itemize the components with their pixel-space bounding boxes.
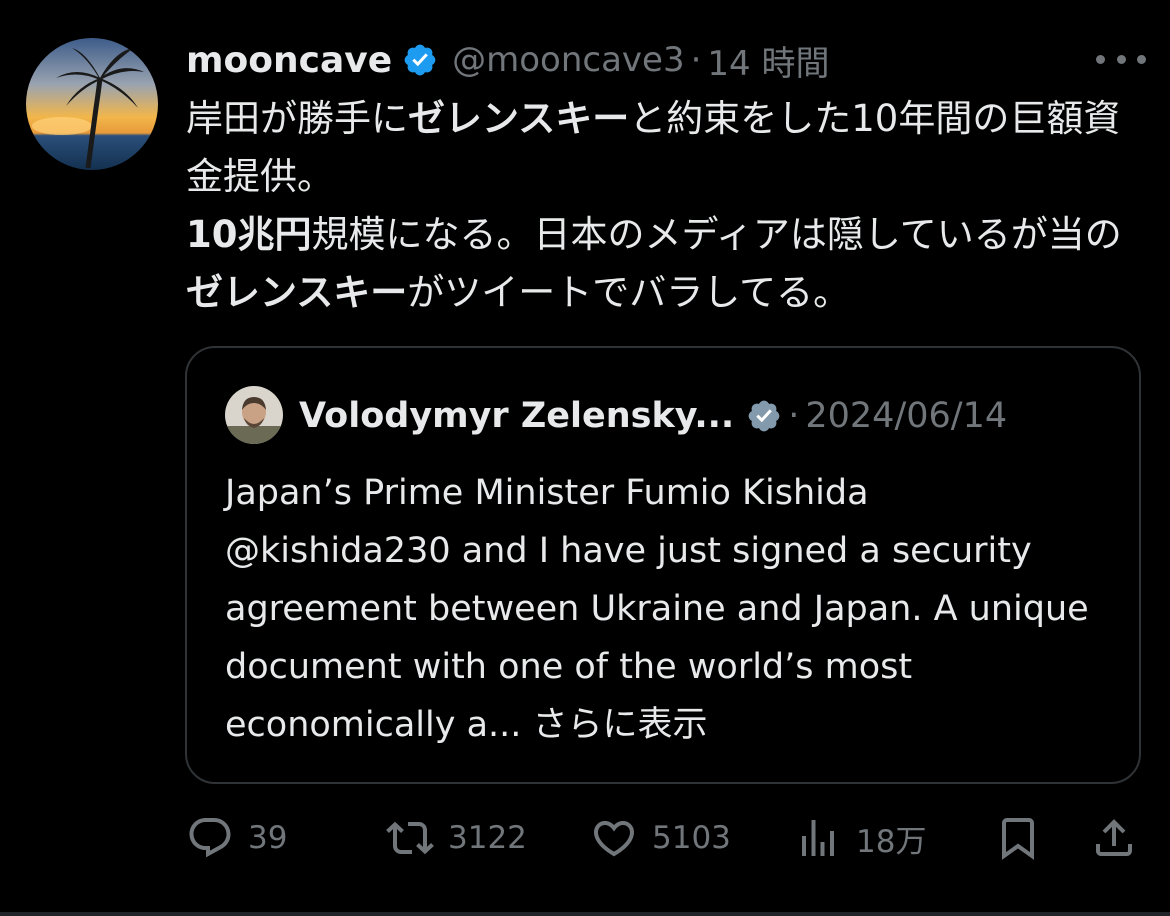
quoted-author-avatar[interactable] — [225, 386, 283, 444]
views-button[interactable]: 18万 — [794, 808, 926, 868]
portrait-avatar-image — [225, 386, 283, 444]
like-button[interactable]: 5103 — [590, 808, 731, 868]
separator-dot: · — [690, 40, 702, 80]
show-more-link[interactable]: さらに表示 — [533, 705, 708, 745]
tweet-text: 岸田が勝手にゼレンスキーと約束をした10年間の巨額資金提供。 10兆円規模になる。… — [186, 90, 1126, 322]
text-part: がツイートでバラしてる。 — [407, 271, 851, 314]
divider — [0, 912, 1170, 916]
text-part-bold: ゼレンスキー — [186, 271, 408, 314]
bookmark-button[interactable] — [994, 808, 1042, 868]
bookmark-icon — [1002, 818, 1034, 860]
text-part: 規模になる。日本のメディアは隠しているが当の — [311, 213, 1122, 256]
share-button[interactable] — [1090, 808, 1138, 868]
view-count: 18万 — [856, 823, 927, 860]
separator-dot: · — [788, 396, 800, 436]
verified-badge-icon — [402, 42, 438, 78]
reply-count: 39 — [248, 820, 288, 856]
palm-sunset-avatar-image — [26, 38, 158, 170]
retweet-icon — [386, 821, 434, 855]
quoted-tweet-text: Japan’s Prime Minister Fumio Kishida @ki… — [225, 464, 1105, 754]
quoted-tweet[interactable]: Volodymyr Zelensky... · 2024/06/14 Japan… — [185, 346, 1141, 784]
share-icon — [1096, 819, 1132, 856]
author-avatar[interactable] — [26, 38, 158, 170]
retweet-count: 3122 — [448, 820, 527, 856]
tweet-actions-bar: 39 3122 5103 18万 — [186, 808, 1146, 868]
reply-button[interactable]: 39 — [186, 808, 287, 868]
more-options-icon[interactable] — [1096, 44, 1146, 74]
text-part: 岸田が勝手に — [186, 97, 408, 140]
text-part-bold: 10兆円 — [186, 213, 312, 256]
tweet-header: mooncave @mooncave3 · 14 時間 — [186, 36, 830, 84]
tweet-timestamp[interactable]: 14 時間 — [707, 36, 829, 85]
author-handle[interactable]: @mooncave3 — [452, 40, 684, 80]
heart-icon — [593, 821, 635, 857]
like-count: 5103 — [652, 820, 731, 856]
quoted-tweet-date[interactable]: 2024/06/14 — [805, 396, 1007, 436]
tweet[interactable]: mooncave @mooncave3 · 14 時間 岸田が勝手にゼレンスキー… — [0, 0, 1170, 916]
text-part-bold: ゼレンスキー — [408, 97, 630, 140]
views-chart-icon — [802, 820, 834, 856]
government-verified-badge-icon — [746, 398, 782, 434]
retweet-button[interactable]: 3122 — [386, 808, 527, 868]
author-name[interactable]: mooncave — [186, 40, 392, 81]
reply-icon — [189, 818, 231, 858]
quoted-author-name[interactable]: Volodymyr Zelensky... — [299, 396, 734, 436]
quoted-tweet-header: Volodymyr Zelensky... · 2024/06/14 — [299, 390, 1007, 442]
